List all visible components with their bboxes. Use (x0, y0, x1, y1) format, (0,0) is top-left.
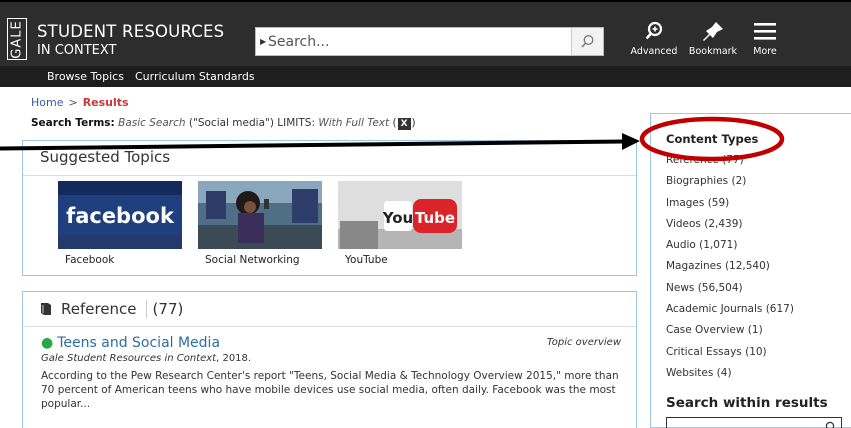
pointer-arrow-line (0, 139, 625, 151)
highlight-ellipse (639, 116, 785, 162)
annotation-overlay (0, 116, 785, 162)
pointer-arrowhead-icon (622, 133, 640, 150)
